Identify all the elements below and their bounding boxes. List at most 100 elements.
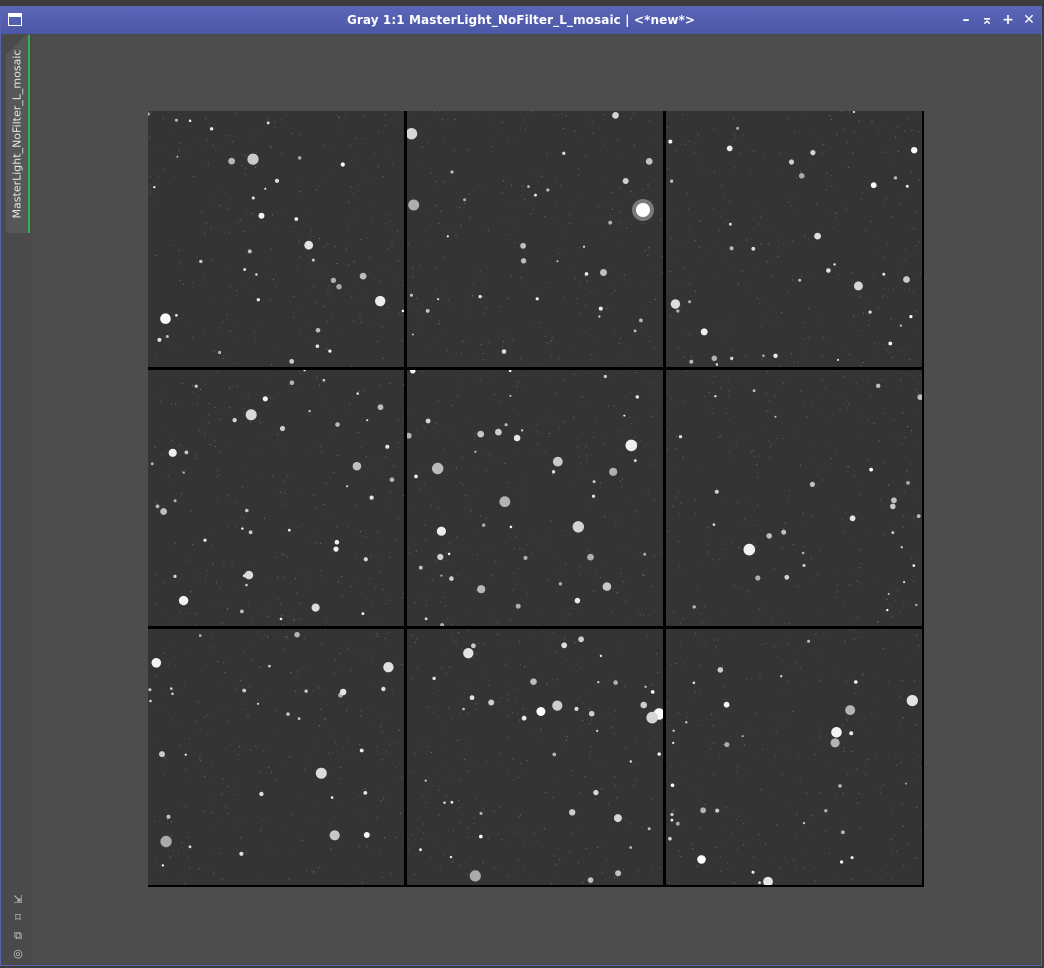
view-tab[interactable]: MasterLight_NoFilter_L_mosaic [6,35,30,233]
star [692,605,696,609]
star [622,178,629,184]
star [668,139,673,144]
star [599,654,603,658]
star [623,414,626,417]
star [160,313,171,324]
star [798,278,802,282]
star [911,147,918,154]
star [635,395,639,399]
star [670,179,674,183]
bright-star [636,203,650,217]
star [781,529,787,535]
view-sidebar: MasterLight_NoFilter_L_mosaic ⇲ ⌑ ⧉ ◎ [3,35,31,963]
star [598,306,603,311]
star [569,809,576,816]
shade-button[interactable]: ⌅ [980,13,994,27]
image-view[interactable] [32,35,1040,963]
star [645,158,653,165]
star [482,523,486,527]
star [425,309,430,313]
star [363,832,370,838]
star [692,681,696,685]
star [906,481,910,485]
star [239,851,244,856]
star [561,642,568,649]
star [274,178,280,183]
star [755,575,761,581]
star [297,717,301,720]
star [232,418,237,423]
star [798,173,805,179]
star [670,812,674,817]
star [308,410,311,413]
star [479,834,483,839]
star [780,675,783,678]
star [650,690,655,694]
star [407,432,412,439]
star [917,394,922,401]
title-bar[interactable]: Gray 1:1 MasterLight_NoFilter_L_mosaic |… [1,7,1041,34]
star [509,525,513,529]
star [361,612,365,615]
star [389,477,395,482]
minimize-button[interactable]: – [959,13,973,27]
star [521,715,527,721]
star [241,527,244,530]
star [188,845,192,849]
star [520,242,526,249]
star [903,276,910,283]
star [515,603,521,609]
star [259,791,264,797]
mosaic-tile-3 [666,111,922,367]
star [670,783,675,788]
star [644,685,647,688]
star [802,821,806,825]
star [366,419,369,422]
star [801,551,805,555]
star [598,315,601,318]
star [831,727,842,738]
star [715,808,720,813]
star [751,870,755,874]
star [523,555,528,560]
star [488,699,495,706]
star [625,439,638,452]
star [463,648,474,659]
mosaic-image[interactable] [148,111,924,887]
star [588,710,595,717]
star [672,741,675,745]
star [328,349,332,353]
star [715,363,719,366]
star [499,496,511,508]
star [520,258,527,264]
star [762,354,765,357]
star [150,462,154,466]
close-button[interactable]: ✕ [1022,13,1036,27]
star [608,220,613,225]
mosaic-tile-7 [148,629,404,885]
star [870,182,877,189]
star [587,553,594,561]
star [287,528,291,532]
clone-icon[interactable]: ⧉ [11,929,25,943]
fit-view-icon[interactable]: ⌑ [11,911,25,925]
star [729,246,734,251]
star [471,643,476,649]
target-icon[interactable]: ◎ [11,947,25,961]
view-tab-label: MasterLight_NoFilter_L_mosaic [10,49,24,219]
star [383,662,394,673]
star [173,499,177,503]
star [155,504,160,509]
star [596,729,599,732]
star [574,597,581,604]
maximize-button[interactable]: + [1001,13,1015,27]
star [248,530,253,535]
image-window: Gray 1:1 MasterLight_NoFilter_L_mosaic |… [0,6,1042,966]
star [171,692,174,696]
star [615,870,622,877]
resize-icon[interactable]: ⇲ [11,893,25,907]
star [508,370,512,373]
star [845,705,856,716]
star [868,310,872,314]
star [633,459,637,463]
